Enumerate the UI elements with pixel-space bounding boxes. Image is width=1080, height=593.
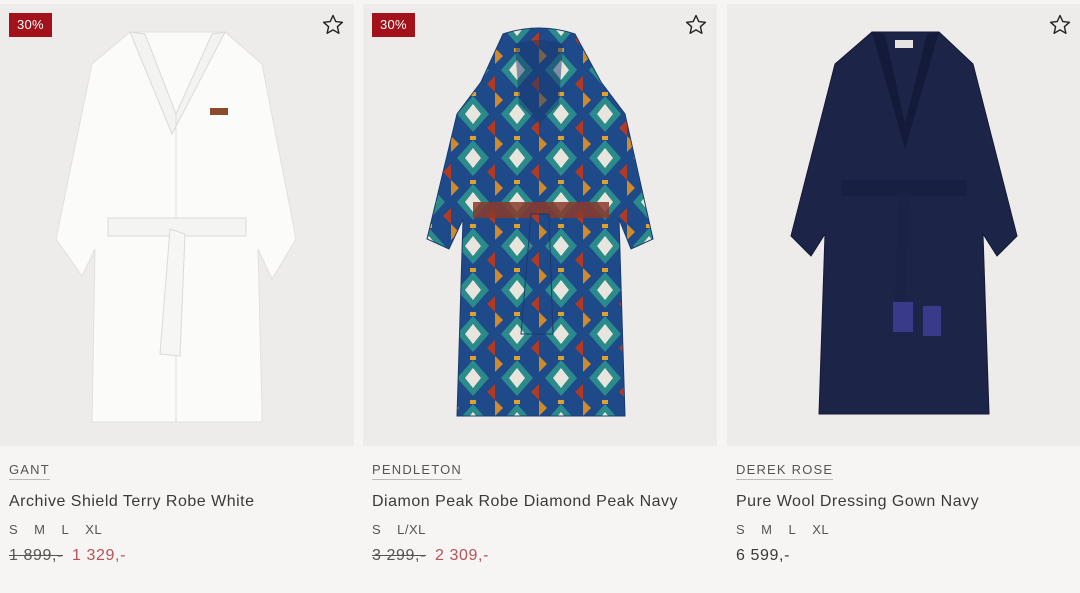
product-card[interactable]: 30% PENDLETON Diamon Peak Robe Diamond P… (363, 4, 717, 593)
star-outline-icon (685, 14, 707, 34)
price-row: 3 299,- 2 309,- (372, 547, 489, 565)
price: 6 599,- (736, 547, 791, 564)
size-option: XL (812, 522, 830, 537)
discount-badge: 30% (9, 13, 52, 37)
size-option: M (761, 522, 773, 537)
product-name[interactable]: Diamon Peak Robe Diamond Peak Navy (372, 493, 678, 511)
brand-label[interactable]: DEREK ROSE (736, 462, 834, 480)
size-list: S M L XL (9, 522, 118, 537)
size-option: S (9, 522, 19, 537)
discount-badge: 30% (372, 13, 415, 37)
original-price: 3 299,- (372, 547, 427, 564)
sale-price: 2 309,- (435, 547, 490, 564)
favorite-button[interactable] (321, 13, 345, 37)
size-list: S M L XL (736, 522, 845, 537)
white-robe-image (0, 4, 354, 446)
original-price: 1 899,- (9, 547, 64, 564)
star-outline-icon (322, 14, 344, 34)
size-list: S L/XL (372, 522, 442, 537)
product-card[interactable]: 30% GANT Archive Shield Terry Robe White… (0, 4, 354, 593)
size-option: L (788, 522, 797, 537)
price-row: 1 899,- 1 329,- (9, 547, 126, 565)
product-name[interactable]: Archive Shield Terry Robe White (9, 493, 255, 511)
sale-price: 1 329,- (72, 547, 127, 564)
patterned-robe-image (363, 4, 717, 446)
size-option: S (736, 522, 746, 537)
favorite-button[interactable] (684, 13, 708, 37)
brand-label[interactable]: GANT (9, 462, 50, 480)
star-outline-icon (1049, 14, 1071, 34)
brand-label[interactable]: PENDLETON (372, 462, 463, 480)
product-image[interactable] (727, 4, 1080, 446)
price-row: 6 599,- (736, 547, 790, 565)
product-name[interactable]: Pure Wool Dressing Gown Navy (736, 493, 979, 511)
size-option: S (372, 522, 382, 537)
size-option: XL (85, 522, 103, 537)
size-option: M (34, 522, 46, 537)
navy-robe-image (727, 4, 1080, 446)
product-card[interactable]: DEREK ROSE Pure Wool Dressing Gown Navy … (727, 4, 1080, 593)
size-option: L/XL (397, 522, 426, 537)
product-image[interactable]: 30% (0, 4, 354, 446)
size-option: L (61, 522, 70, 537)
product-image[interactable]: 30% (363, 4, 717, 446)
favorite-button[interactable] (1048, 13, 1072, 37)
